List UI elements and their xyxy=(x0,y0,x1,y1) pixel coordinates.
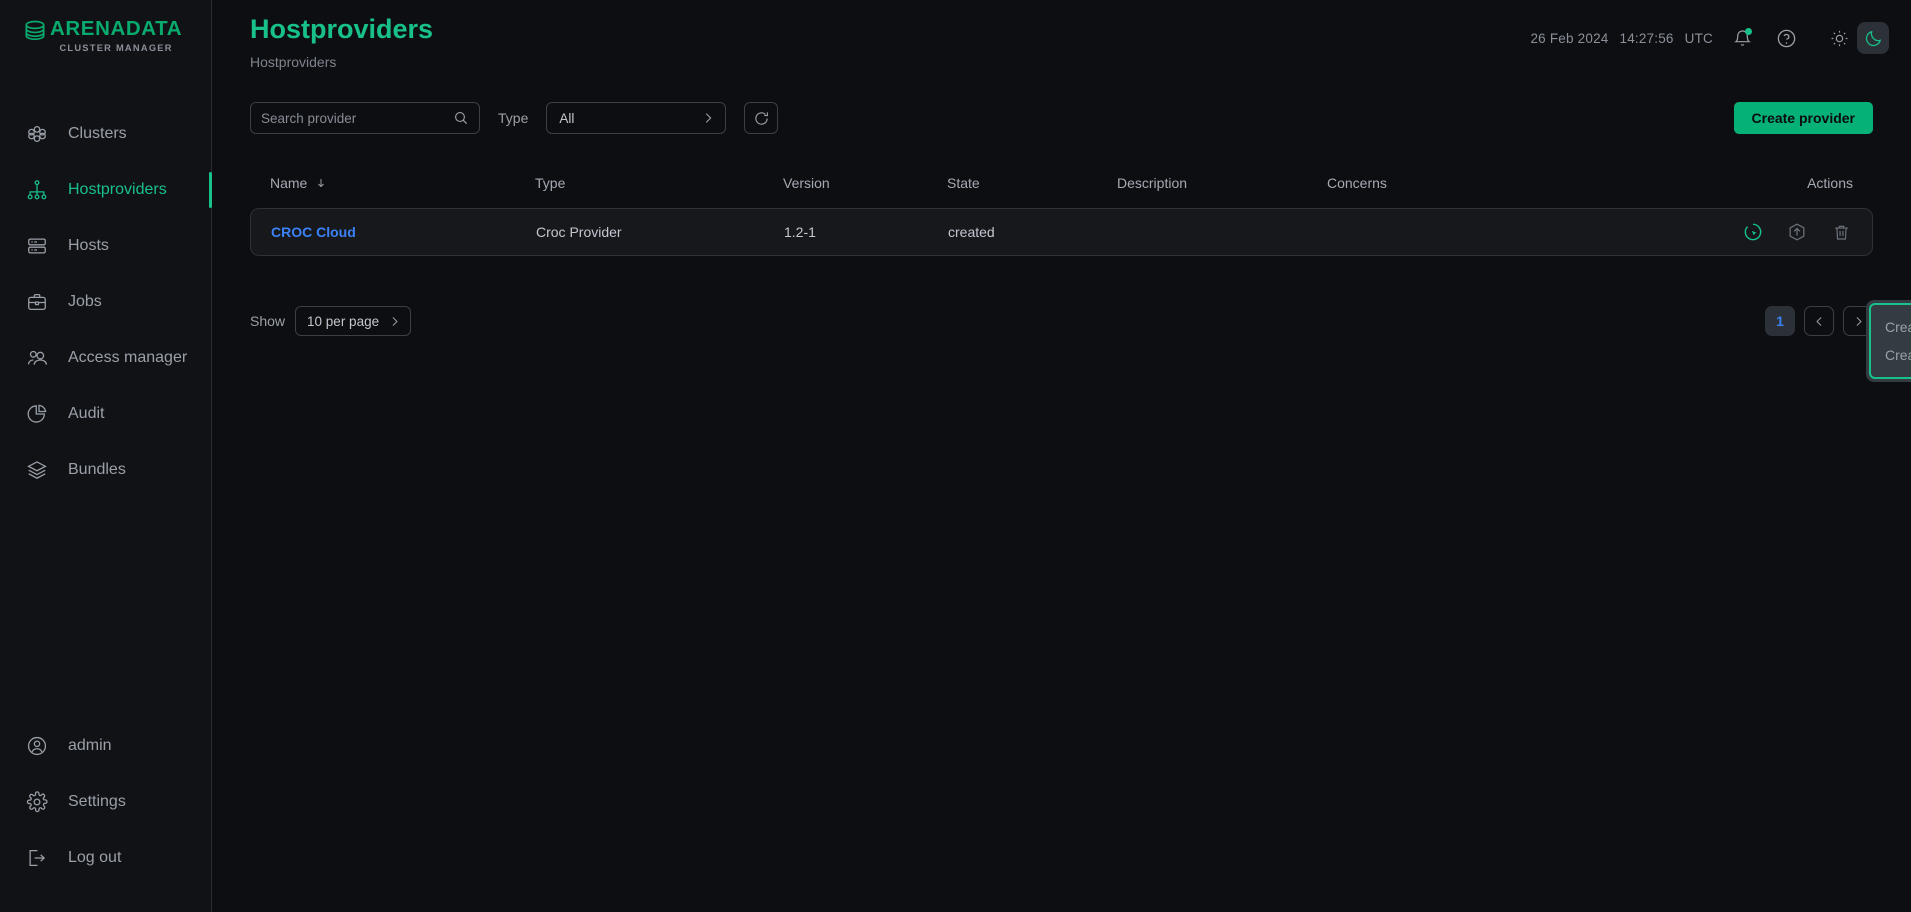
clusters-icon xyxy=(24,121,50,147)
app-root: ARENADATA CLUSTER MANAGER Clusters xyxy=(0,0,1911,912)
row-actions xyxy=(1588,221,1852,243)
sidebar-item-label: Access manager xyxy=(68,349,187,367)
upgrade-icon[interactable] xyxy=(1786,221,1808,243)
clock-date: 26 Feb 2024 xyxy=(1530,31,1608,46)
menu-item-create-hosts[interactable]: Create hosts xyxy=(1871,313,1911,341)
row-state: created xyxy=(948,224,1118,240)
clock: 26 Feb 2024 14:27:56 UTC xyxy=(1530,31,1713,46)
chevron-left-icon xyxy=(1813,315,1826,328)
chevron-right-icon xyxy=(388,315,401,328)
refresh-icon xyxy=(753,110,770,127)
sidebar-item-label: Jobs xyxy=(68,293,102,311)
prev-page-button[interactable] xyxy=(1804,306,1834,336)
sidebar: ARENADATA CLUSTER MANAGER Clusters xyxy=(0,0,212,912)
sun-icon[interactable] xyxy=(1823,22,1855,54)
search-input[interactable] xyxy=(261,111,447,126)
gear-icon xyxy=(24,789,50,815)
breadcrumb: Hostproviders xyxy=(250,54,433,70)
notification-dot xyxy=(1745,28,1752,35)
sidebar-item-label: admin xyxy=(68,737,112,755)
brand-subtitle: CLUSTER MANAGER xyxy=(50,44,182,53)
sidebar-item-label: Log out xyxy=(68,849,121,867)
column-header-actions: Actions xyxy=(1587,175,1853,191)
database-stack-icon xyxy=(22,19,48,45)
sidebar-item-logout[interactable]: Log out xyxy=(0,830,211,886)
sidebar-item-label: Hosts xyxy=(68,237,109,255)
search-icon xyxy=(453,110,469,126)
hostproviders-table: Name Type Version State Description Conc… xyxy=(250,164,1873,256)
help-circle-icon[interactable] xyxy=(1771,23,1801,53)
search-provider-box[interactable] xyxy=(250,102,480,134)
menu-item-create-users[interactable]: Create users xyxy=(1871,341,1911,369)
column-header-description[interactable]: Description xyxy=(1117,175,1327,191)
column-header-state[interactable]: State xyxy=(947,175,1117,191)
chevron-right-icon xyxy=(701,111,715,125)
filters-toolbar: Type All Create p xyxy=(250,96,1873,140)
jobs-briefcase-icon xyxy=(24,289,50,315)
brand-title: ARENADATA xyxy=(50,19,182,40)
clock-timezone: UTC xyxy=(1685,31,1713,46)
sidebar-item-access-manager[interactable]: Access manager xyxy=(0,330,211,386)
top-bar-right: 26 Feb 2024 14:27:56 UTC xyxy=(1530,14,1889,54)
pie-chart-icon xyxy=(24,401,50,427)
create-provider-button[interactable]: Create provider xyxy=(1734,102,1873,134)
sidebar-item-label: Clusters xyxy=(68,125,127,143)
type-filter-label: Type xyxy=(498,110,528,126)
row-actions-menu: Create hosts Create users xyxy=(1866,300,1911,382)
users-icon xyxy=(24,345,50,371)
sidebar-item-hostproviders[interactable]: Hostproviders xyxy=(0,162,211,218)
pagination: 1 xyxy=(1765,306,1873,336)
table-header-row: Name Type Version State Description Conc… xyxy=(250,164,1873,202)
page-1-button[interactable]: 1 xyxy=(1765,306,1795,336)
moon-icon[interactable] xyxy=(1857,22,1889,54)
page-title: Hostproviders xyxy=(250,14,433,45)
sort-arrow-down-icon xyxy=(315,177,327,189)
user-circle-icon xyxy=(24,733,50,759)
sidebar-item-audit[interactable]: Audit xyxy=(0,386,211,442)
column-header-concerns[interactable]: Concerns xyxy=(1327,175,1587,191)
refresh-button[interactable] xyxy=(744,102,778,134)
per-page-value: 10 per page xyxy=(307,314,379,329)
sidebar-nav: Clusters Hostproviders xyxy=(0,106,211,498)
sidebar-item-label: Bundles xyxy=(68,461,126,479)
theme-toggle[interactable] xyxy=(1823,22,1889,54)
type-filter-value: All xyxy=(559,111,574,126)
sidebar-bottom-nav: admin Settings Log out xyxy=(0,718,211,912)
type-filter-select[interactable]: All xyxy=(546,102,726,134)
row-type: Croc Provider xyxy=(536,224,784,240)
top-bar: Hostproviders Hostproviders 26 Feb 2024 … xyxy=(212,0,1911,72)
content-area: Type All Create p xyxy=(212,72,1911,336)
sidebar-item-label: Hostproviders xyxy=(68,181,167,199)
sidebar-item-bundles[interactable]: Bundles xyxy=(0,442,211,498)
sidebar-item-clusters[interactable]: Clusters xyxy=(0,106,211,162)
column-header-version[interactable]: Version xyxy=(783,175,947,191)
delete-trash-icon[interactable] xyxy=(1830,221,1852,243)
row-version: 1.2-1 xyxy=(784,224,948,240)
run-actions-icon[interactable] xyxy=(1742,221,1764,243)
row-actions-menu-list: Create hosts Create users xyxy=(1869,303,1911,379)
chevron-right-icon xyxy=(1852,315,1865,328)
table-row[interactable]: CROC Cloud Croc Provider 1.2-1 created xyxy=(250,208,1873,256)
table-footer: Show 10 per page 1 xyxy=(250,306,1873,336)
bell-icon[interactable] xyxy=(1727,23,1757,53)
sidebar-item-label: Audit xyxy=(68,405,104,423)
main-area: Hostproviders Hostproviders 26 Feb 2024 … xyxy=(212,0,1911,912)
layers-icon xyxy=(24,457,50,483)
column-header-name[interactable]: Name xyxy=(270,175,535,191)
sidebar-item-admin[interactable]: admin xyxy=(0,718,211,774)
hostproviders-icon xyxy=(24,177,50,203)
logout-icon xyxy=(24,845,50,871)
per-page-select[interactable]: 10 per page xyxy=(295,306,411,336)
column-header-type[interactable]: Type xyxy=(535,175,783,191)
sidebar-item-settings[interactable]: Settings xyxy=(0,774,211,830)
sidebar-item-jobs[interactable]: Jobs xyxy=(0,274,211,330)
hosts-icon xyxy=(24,233,50,259)
sidebar-item-label: Settings xyxy=(68,793,126,811)
show-label: Show xyxy=(250,313,285,329)
sidebar-item-hosts[interactable]: Hosts xyxy=(0,218,211,274)
row-name-link[interactable]: CROC Cloud xyxy=(271,224,356,240)
clock-time: 14:27:56 xyxy=(1619,31,1673,46)
brand-logo[interactable]: ARENADATA CLUSTER MANAGER xyxy=(0,0,211,72)
